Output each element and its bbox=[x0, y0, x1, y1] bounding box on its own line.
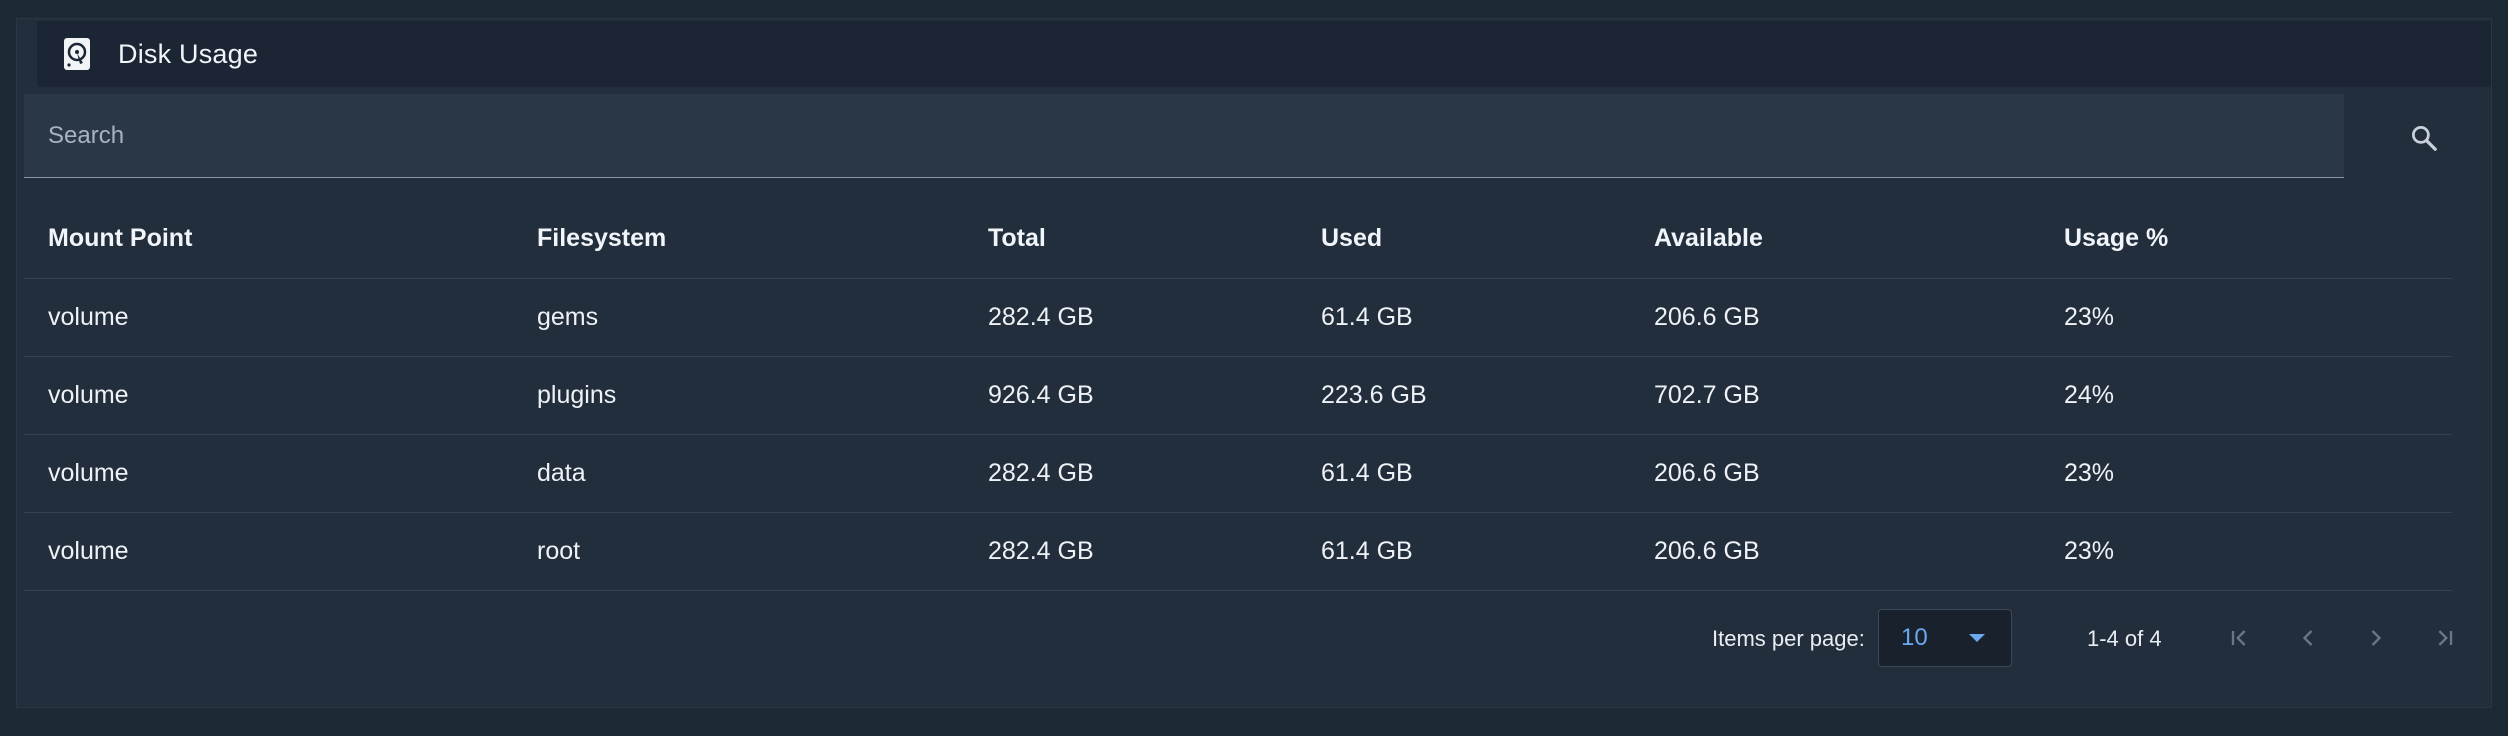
table-row: volume data 282.4 GB 61.4 GB 206.6 GB 23… bbox=[24, 434, 2452, 513]
cell-used: 61.4 GB bbox=[1297, 434, 1630, 513]
card-title: Disk Usage bbox=[118, 38, 259, 69]
table-header-row: Mount Point Filesystem Total Used Availa… bbox=[24, 200, 2452, 279]
cell-available: 206.6 GB bbox=[1630, 278, 2040, 357]
cell-total: 282.4 GB bbox=[964, 434, 1297, 513]
dropdown-caret-icon bbox=[1969, 634, 1985, 642]
items-per-page-select[interactable]: 10 bbox=[1878, 609, 2012, 667]
cell-usage-percent: 23% bbox=[2040, 434, 2452, 513]
card-header: Disk Usage bbox=[37, 21, 2491, 87]
cell-mount-point: volume bbox=[24, 356, 513, 435]
last-page-icon[interactable] bbox=[2424, 618, 2464, 658]
cell-filesystem: plugins bbox=[513, 356, 964, 435]
page-range-label: 1-4 of 4 bbox=[2087, 626, 2162, 651]
cell-usage-percent: 24% bbox=[2040, 356, 2452, 435]
first-page-icon[interactable] bbox=[2220, 618, 2260, 658]
items-per-page-label: Items per page: bbox=[1712, 626, 1865, 651]
cell-used: 61.4 GB bbox=[1297, 278, 1630, 357]
column-header-available[interactable]: Available bbox=[1630, 200, 2040, 279]
cell-mount-point: volume bbox=[24, 278, 513, 357]
cell-usage-percent: 23% bbox=[2040, 512, 2452, 591]
hard-disk-icon bbox=[62, 36, 92, 72]
cell-available: 206.6 GB bbox=[1630, 512, 2040, 591]
cell-available: 702.7 GB bbox=[1630, 356, 2040, 435]
cell-total: 282.4 GB bbox=[964, 512, 1297, 591]
cell-used: 61.4 GB bbox=[1297, 512, 1630, 591]
column-header-total[interactable]: Total bbox=[964, 200, 1297, 279]
cell-available: 206.6 GB bbox=[1630, 434, 2040, 513]
chevron-right-icon[interactable] bbox=[2356, 618, 2396, 658]
cell-usage-percent: 23% bbox=[2040, 278, 2452, 357]
search-input[interactable] bbox=[24, 94, 2344, 177]
table-row: volume root 282.4 GB 61.4 GB 206.6 GB 23… bbox=[24, 512, 2452, 591]
cell-filesystem: data bbox=[513, 434, 964, 513]
table-row: volume gems 282.4 GB 61.4 GB 206.6 GB 23… bbox=[24, 278, 2452, 357]
app-background: Disk Usage Mount Point Filesystem Total … bbox=[0, 0, 2508, 736]
cell-mount-point: volume bbox=[24, 512, 513, 591]
column-header-filesystem[interactable]: Filesystem bbox=[513, 200, 964, 279]
search-field[interactable] bbox=[24, 94, 2344, 178]
cell-total: 282.4 GB bbox=[964, 278, 1297, 357]
column-header-mount-point[interactable]: Mount Point bbox=[24, 200, 513, 279]
search-icon[interactable] bbox=[2404, 118, 2444, 158]
table-row: volume plugins 926.4 GB 223.6 GB 702.7 G… bbox=[24, 356, 2452, 435]
column-header-used[interactable]: Used bbox=[1297, 200, 1630, 279]
chevron-left-icon[interactable] bbox=[2288, 618, 2328, 658]
cell-filesystem: gems bbox=[513, 278, 964, 357]
cell-total: 926.4 GB bbox=[964, 356, 1297, 435]
cell-filesystem: root bbox=[513, 512, 964, 591]
disk-usage-table: Mount Point Filesystem Total Used Availa… bbox=[24, 200, 2452, 591]
cell-used: 223.6 GB bbox=[1297, 356, 1630, 435]
items-per-page-value: 10 bbox=[1901, 624, 1928, 651]
cell-mount-point: volume bbox=[24, 434, 513, 513]
paginator: Items per page: 10 1-4 of 4 bbox=[24, 592, 2453, 684]
column-header-usage-percent[interactable]: Usage % bbox=[2040, 200, 2452, 279]
